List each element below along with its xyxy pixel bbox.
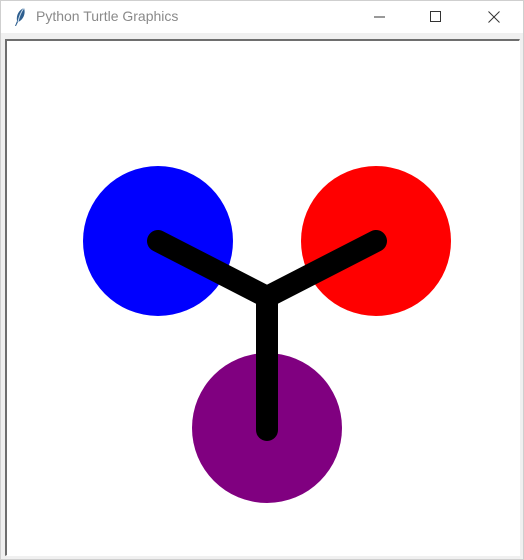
feather-icon	[11, 7, 29, 27]
close-icon	[488, 11, 500, 23]
turtle-canvas[interactable]	[7, 41, 519, 555]
minimize-button[interactable]	[357, 1, 403, 33]
maximize-button[interactable]	[413, 1, 459, 33]
window-title: Python Turtle Graphics	[36, 8, 179, 24]
canvas-frame	[5, 39, 520, 556]
minimize-icon	[374, 16, 385, 18]
close-button[interactable]	[471, 1, 517, 33]
maximize-icon	[430, 11, 441, 22]
turtle-window: Python Turtle Graphics	[0, 0, 524, 560]
title-bar[interactable]: Python Turtle Graphics	[1, 1, 523, 33]
connector-lines	[147, 230, 387, 441]
